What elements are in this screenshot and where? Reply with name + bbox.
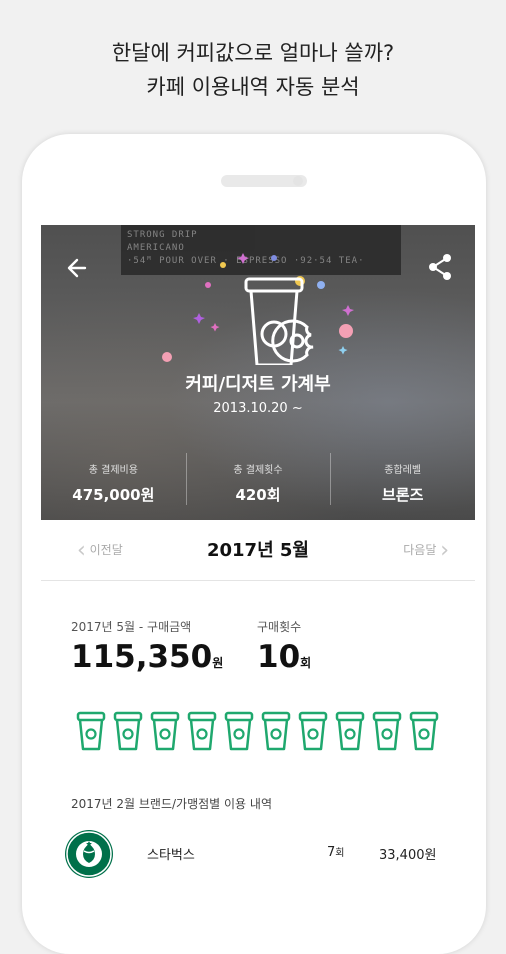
coffee-cup-icon <box>297 710 329 752</box>
coffee-cup-icon <box>371 710 403 752</box>
promo-line-1: 한달에 커피값으로 얼마나 쓸까? <box>111 41 395 65</box>
menu-board-line: STRONG DRIP <box>127 230 198 240</box>
cup-tally <box>75 710 455 752</box>
purchase-amount-label: 2017년 5월 - 구매금액 <box>71 620 192 634</box>
coffee-cup-icon <box>223 710 255 752</box>
count-number: 10 <box>257 639 301 675</box>
coffee-cup-icon <box>260 710 292 752</box>
hero-title: 커피/디저트 가계부 <box>185 374 331 395</box>
coffee-donut-icon <box>162 253 354 365</box>
hero-date: 2013.10.20 ~ <box>213 401 303 416</box>
purchase-amount-block: 2017년 5월 - 구매금액 115,350원 <box>71 618 251 675</box>
starbucks-logo-icon <box>65 830 113 878</box>
count-unit: 회 <box>300 656 312 670</box>
month-navigator: ‹ 이전달 2017년 5월 다음달 › <box>41 520 475 581</box>
hero-banner: STRONG DRIP AMERICANO ·54ᴹ POUR OVER · E… <box>41 225 475 520</box>
coffee-cup-icon <box>75 710 107 752</box>
stat-value: 브론즈 <box>381 486 424 504</box>
chevron-right-icon: › <box>440 538 449 563</box>
brand-name: 스타벅스 <box>147 848 195 863</box>
stat-level: 종합레벨 브론즈 <box>330 447 475 507</box>
promo-line-2: 카페 이용내역 자동 분석 <box>146 75 360 99</box>
next-month-label: 다음달 <box>403 543 437 557</box>
app-screen: STRONG DRIP AMERICANO ·54ᴹ POUR OVER · E… <box>41 225 475 900</box>
stat-value: 475,000원 <box>72 486 155 504</box>
stat-total-cost: 총 결제비용 475,000원 <box>41 447 186 507</box>
coffee-cup-icon <box>186 710 218 752</box>
purchase-count-value: 10회 <box>257 639 377 675</box>
brand-row[interactable]: 스타벅스 7회 33,400원 <box>65 830 465 880</box>
back-arrow-icon[interactable] <box>65 255 91 281</box>
purchase-count-label: 구매횟수 <box>257 620 302 634</box>
stat-label: 종합레벨 <box>384 465 422 476</box>
phone-camera <box>293 176 303 186</box>
promo-header: 한달에 커피값으로 얼마나 쓸까? 카페 이용내역 자동 분석 <box>0 36 506 104</box>
brand-visit-count: 7회 <box>327 844 344 860</box>
count-unit: 회 <box>335 848 345 859</box>
stat-total-count: 총 결제횟수 420회 <box>185 447 331 507</box>
coffee-cup-icon <box>149 710 181 752</box>
next-month-button[interactable]: 다음달 › <box>403 538 449 563</box>
amount-unit: 원 <box>212 656 224 670</box>
stat-label: 총 결제비용 <box>88 465 138 476</box>
stats-bar: 총 결제비용 475,000원 총 결제횟수 420회 종합레벨 브론즈 <box>41 447 475 507</box>
brand-amount: 33,400원 <box>379 848 437 863</box>
stat-label: 총 결제횟수 <box>233 465 283 476</box>
coffee-cup-icon <box>408 710 440 752</box>
brand-section-title: 2017년 2월 브랜드/가맹점별 이용 내역 <box>71 797 272 811</box>
purchase-count-block: 구매횟수 10회 <box>257 618 377 675</box>
amount-number: 115,350 <box>71 639 213 675</box>
coffee-cup-icon <box>112 710 144 752</box>
stat-value: 420회 <box>235 486 281 504</box>
purchase-amount-value: 115,350원 <box>71 639 251 675</box>
coffee-cup-icon <box>334 710 366 752</box>
share-icon[interactable] <box>427 253 453 281</box>
